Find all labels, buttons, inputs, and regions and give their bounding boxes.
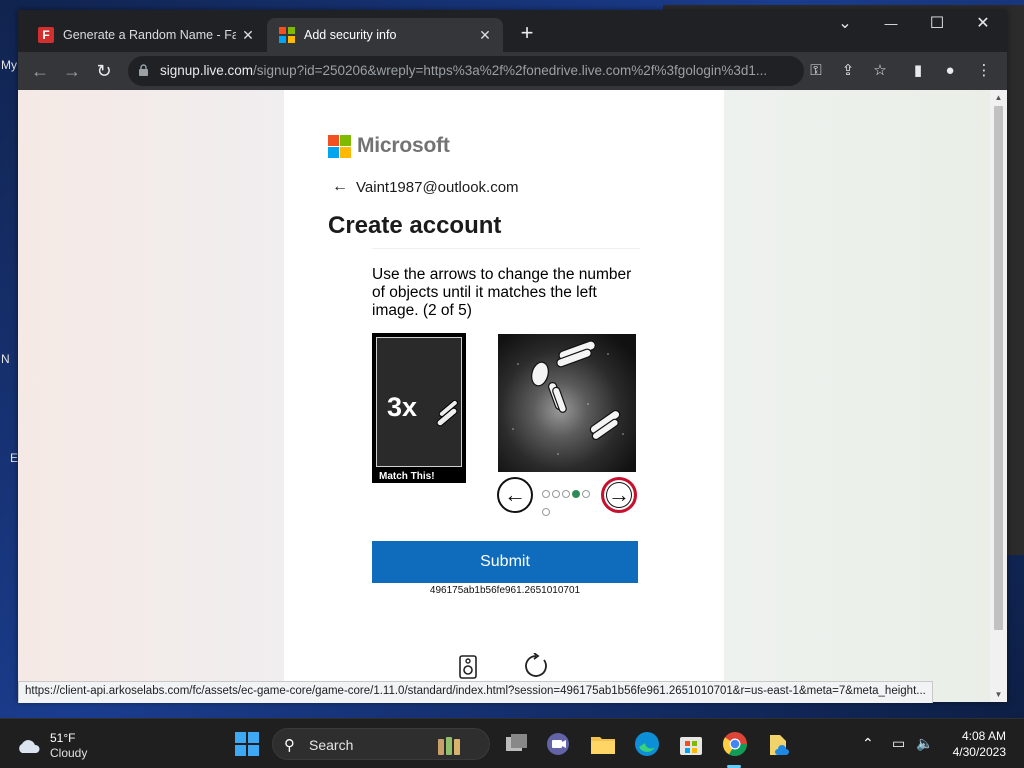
- microsoft-logo: Microsoft: [328, 134, 450, 158]
- file-explorer-icon[interactable]: [588, 729, 618, 759]
- session-id: 496175ab1b56fe961.2651010701: [429, 585, 581, 596]
- edge-browser-icon[interactable]: [632, 729, 662, 759]
- bone-stack-icon: [436, 399, 458, 427]
- clock-time: 4:08 AM: [961, 729, 1006, 743]
- search-label: Search: [309, 737, 354, 753]
- lock-icon: [139, 64, 148, 76]
- progress-dots: [542, 485, 592, 521]
- desktop-icon-label: E: [10, 451, 19, 465]
- microsoft-logo-icon: [328, 134, 351, 158]
- menu-kebab-icon[interactable]: ⋮: [974, 61, 994, 81]
- browser-titlebar: F Generate a Random Name - Fake ✕ Add se…: [18, 10, 1007, 52]
- progress-dot: [572, 490, 580, 498]
- taskbar: 51°F Cloudy ⚲ Search ⌃ ▭ 🔈 4:08 AM 4/30/…: [0, 718, 1024, 768]
- identity-banner: ← Vaint1987@outlook.com: [332, 178, 519, 196]
- new-tab-button[interactable]: +: [515, 22, 539, 46]
- close-window-button[interactable]: ✕: [960, 10, 1006, 40]
- puzzle-objects: [512, 340, 624, 455]
- share-icon[interactable]: ⇪: [838, 61, 858, 81]
- next-arrow-button[interactable]: →: [601, 477, 637, 513]
- clock-date: 4/30/2023: [952, 745, 1006, 759]
- previous-arrow-button[interactable]: ←: [497, 477, 533, 513]
- forward-icon[interactable]: →: [60, 59, 84, 83]
- fakename-favicon-icon: F: [38, 27, 54, 43]
- start-button-windows-icon[interactable]: [232, 729, 262, 759]
- tab-title: Add security info: [304, 28, 397, 42]
- chrome-icon[interactable]: [720, 729, 750, 759]
- audio-challenge-icon[interactable]: [459, 655, 477, 679]
- microsoft-store-icon[interactable]: [676, 729, 706, 759]
- url-host: signup.live.com: [160, 63, 254, 78]
- tab-title: Generate a Random Name - Fake: [63, 28, 236, 42]
- signup-card: Microsoft ← Vaint1987@outlook.com Create…: [284, 90, 724, 702]
- bookmark-star-icon[interactable]: ☆: [870, 61, 890, 81]
- search-highlight-drinks-icon[interactable]: [434, 729, 464, 759]
- back-arrow-icon[interactable]: ←: [332, 178, 348, 196]
- progress-dot: [552, 490, 560, 498]
- reload-challenge-icon[interactable]: [524, 653, 550, 679]
- reference-count: 3x: [387, 392, 418, 422]
- password-key-icon[interactable]: ⚿: [806, 61, 826, 81]
- show-hidden-icons-chevron[interactable]: ⌃: [862, 735, 874, 752]
- maximize-button[interactable]: ☐: [914, 10, 960, 40]
- weather-widget[interactable]: 51°F Cloudy: [16, 731, 87, 761]
- onedrive-folder-icon[interactable]: [764, 729, 794, 759]
- tab-add-security-info[interactable]: Add security info ✕: [267, 18, 503, 52]
- tab-random-name[interactable]: F Generate a Random Name - Fake ✕: [26, 18, 266, 52]
- link-status-bar: https://client-api.arkoselabs.com/fc/ass…: [18, 681, 933, 703]
- browser-toolbar: ← → ↻ signup.live.com/signup?id=250206&w…: [18, 52, 1007, 90]
- tab-search-chevron-icon[interactable]: ⌄: [822, 10, 868, 40]
- reload-icon[interactable]: ↻: [92, 59, 116, 83]
- scrollbar-thumb[interactable]: [994, 106, 1003, 630]
- browser-window: F Generate a Random Name - Fake ✕ Add se…: [18, 10, 1007, 702]
- url-text: signup.live.com/signup?id=250206&wreply=…: [160, 63, 785, 78]
- teams-chat-icon[interactable]: [543, 729, 573, 759]
- tab-close-icon[interactable]: ✕: [236, 27, 260, 44]
- reference-caption: Match This!: [379, 471, 435, 482]
- network-icon[interactable]: ▭: [892, 735, 905, 752]
- progress-dot: [582, 490, 590, 498]
- captcha-reference-image: 3x Match This!: [372, 333, 466, 483]
- submit-button[interactable]: Submit: [372, 541, 638, 583]
- page-title: Create account: [328, 212, 502, 239]
- progress-dot: [542, 508, 550, 516]
- progress-dot: [542, 490, 550, 498]
- temperature: 51°F: [50, 731, 76, 745]
- scroll-down-icon[interactable]: ▼: [994, 690, 1003, 699]
- vertical-scrollbar[interactable]: ▲ ▼: [990, 90, 1007, 702]
- divider: [372, 248, 640, 249]
- system-clock[interactable]: 4:08 AM 4/30/2023: [953, 728, 1006, 760]
- desktop-icon-label: My: [1, 58, 17, 72]
- profile-icon[interactable]: ●: [940, 61, 960, 81]
- address-bar[interactable]: signup.live.com/signup?id=250206&wreply=…: [128, 56, 804, 86]
- tab-close-icon[interactable]: ✕: [473, 27, 497, 44]
- weather-condition: Cloudy: [50, 746, 88, 760]
- task-view-icon[interactable]: [502, 729, 532, 759]
- cloud-icon: [19, 740, 40, 753]
- scroll-up-icon[interactable]: ▲: [994, 93, 1003, 102]
- side-panel-icon[interactable]: ▮: [908, 61, 928, 81]
- desktop-icon-label: N: [1, 352, 10, 366]
- progress-dot: [562, 490, 570, 498]
- weather-text: 51°F Cloudy: [50, 731, 87, 761]
- back-icon[interactable]: ←: [28, 59, 52, 83]
- reference-panel: 3x: [376, 337, 462, 467]
- url-path: /signup?id=250206&wreply=https%3a%2f%2fo…: [253, 63, 768, 78]
- account-email: Vaint1987@outlook.com: [356, 178, 519, 196]
- volume-icon[interactable]: 🔈: [916, 735, 933, 752]
- microsoft-favicon-icon: [279, 27, 295, 43]
- page-viewport: Microsoft ← Vaint1987@outlook.com Create…: [18, 90, 990, 702]
- minimize-button[interactable]: —: [868, 10, 914, 40]
- captcha-instructions: Use the arrows to change the number of o…: [372, 266, 632, 319]
- search-icon: ⚲: [284, 737, 295, 754]
- captcha-puzzle-image: [498, 334, 636, 472]
- brand-name: Microsoft: [357, 134, 450, 157]
